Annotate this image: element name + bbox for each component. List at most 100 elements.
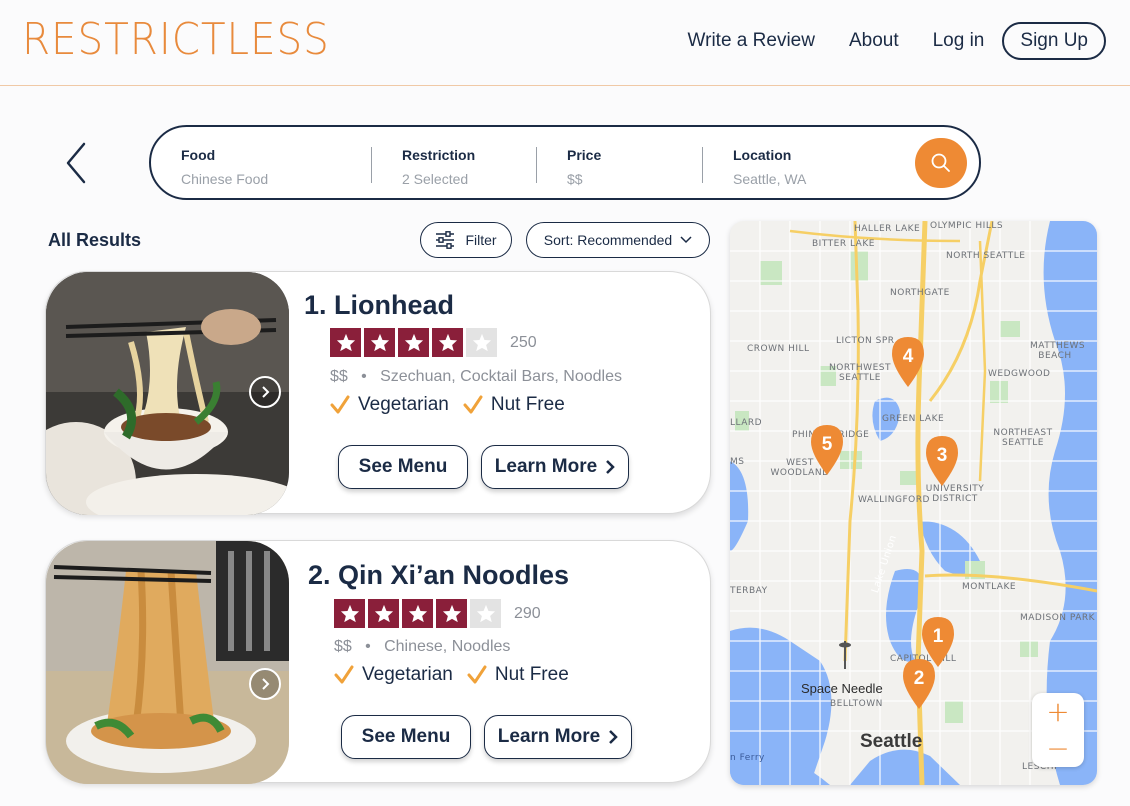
review-count: 250 xyxy=(510,333,537,351)
search-field-value: 2 Selected xyxy=(402,171,469,187)
map-zoom-control: + − xyxy=(1032,693,1084,767)
price-level: $$ xyxy=(334,638,352,655)
check-icon xyxy=(463,395,483,414)
see-menu-label: See Menu xyxy=(361,726,451,747)
search-field-food[interactable]: Food Chinese Food xyxy=(181,147,268,187)
bullet: • xyxy=(356,638,380,655)
restaurant-photo[interactable] xyxy=(46,541,289,784)
nav-write-review[interactable]: Write a Review xyxy=(688,30,815,52)
chevron-right-icon xyxy=(262,678,270,690)
learn-more-label: Learn More xyxy=(497,726,601,747)
map-pin-1[interactable]: 1 xyxy=(922,617,954,667)
signup-button[interactable]: Sign Up xyxy=(1002,22,1106,60)
categories: Chinese, Noodles xyxy=(384,638,511,655)
search-button[interactable] xyxy=(915,138,967,188)
restaurant-card[interactable]: 2. Qin Xi’an Noodles 290 $$ • Chinese, N… xyxy=(45,540,711,784)
divider xyxy=(371,147,372,183)
sort-dropdown[interactable]: Sort: Recommended xyxy=(526,222,710,258)
chevron-right-icon xyxy=(609,730,618,744)
tag-vegetarian: Vegetarian xyxy=(334,664,453,686)
restaurant-name[interactable]: 2. Qin Xi’an Noodles xyxy=(308,560,569,591)
back-button[interactable] xyxy=(64,142,88,184)
star-rating: 250 xyxy=(330,328,537,357)
dietary-tags: Vegetarian Nut Free xyxy=(334,664,583,686)
filter-label: Filter xyxy=(465,232,497,248)
search-bar: Food Chinese Food Restriction 2 Selected… xyxy=(149,125,981,200)
check-icon xyxy=(330,395,350,414)
restaurant-meta: $$ • Szechuan, Cocktail Bars, Noodles xyxy=(330,368,622,386)
search-icon xyxy=(931,153,950,172)
restaurant-meta: $$ • Chinese, Noodles xyxy=(334,638,510,656)
search-field-restriction[interactable]: Restriction 2 Selected xyxy=(402,147,475,187)
tag-nut-free: Nut Free xyxy=(467,664,569,686)
star-empty-icon xyxy=(466,328,497,357)
chevron-left-icon xyxy=(66,142,86,184)
pin-number: 3 xyxy=(937,445,948,466)
zoom-out-button[interactable]: − xyxy=(1032,730,1084,767)
learn-more-button[interactable]: Learn More xyxy=(481,445,629,489)
tag-nut-free: Nut Free xyxy=(463,394,565,416)
search-field-label: Location xyxy=(733,147,792,163)
price-level: $$ xyxy=(330,368,348,385)
nav-about[interactable]: About xyxy=(849,30,899,52)
check-icon xyxy=(467,665,487,684)
check-icon xyxy=(334,665,354,684)
divider xyxy=(536,147,537,183)
map-pin-4[interactable]: 4 xyxy=(892,337,924,387)
search-field-price[interactable]: Price $$ xyxy=(567,147,601,187)
tag-label: Vegetarian xyxy=(362,664,453,685)
see-menu-button[interactable]: See Menu xyxy=(341,715,471,759)
learn-more-label: Learn More xyxy=(494,456,598,477)
tag-label: Nut Free xyxy=(494,664,569,685)
star-icon xyxy=(334,599,365,628)
sliders-icon xyxy=(436,231,455,249)
next-photo-button[interactable] xyxy=(249,668,281,700)
restaurant-name[interactable]: 1. Lionhead xyxy=(304,290,454,321)
results-map[interactable]: HALLER LAKE OLYMPIC HILLS BITTER LAKE NO… xyxy=(730,221,1097,785)
see-menu-label: See Menu xyxy=(358,456,448,477)
star-icon xyxy=(436,599,467,628)
star-empty-icon xyxy=(470,599,501,628)
pin-number: 4 xyxy=(903,346,914,367)
star-icon xyxy=(432,328,463,357)
logo[interactable]: RESTRICTLESS xyxy=(22,14,330,65)
chevron-right-icon xyxy=(262,386,270,398)
categories: Szechuan, Cocktail Bars, Noodles xyxy=(380,368,622,385)
map-pin-5[interactable]: 5 xyxy=(811,425,843,475)
search-field-value: Seattle, WA xyxy=(733,171,807,187)
sort-label: Sort: Recommended xyxy=(543,232,673,248)
search-field-label: Price xyxy=(567,147,602,163)
see-menu-button[interactable]: See Menu xyxy=(338,445,468,489)
noodle-plate-image xyxy=(46,541,289,784)
star-icon xyxy=(364,328,395,357)
review-count: 290 xyxy=(514,604,541,622)
header: RESTRICTLESS Write a Review About Log in… xyxy=(0,0,1130,86)
search-field-label: Food xyxy=(181,147,216,163)
tag-label: Nut Free xyxy=(490,394,565,415)
zoom-in-button[interactable]: + xyxy=(1032,693,1084,730)
learn-more-button[interactable]: Learn More xyxy=(484,715,632,759)
pin-number: 2 xyxy=(914,668,925,689)
nav-login[interactable]: Log in xyxy=(933,30,985,52)
map-pin-3[interactable]: 3 xyxy=(926,436,958,486)
pin-number: 1 xyxy=(933,626,944,647)
search-field-value: $$ xyxy=(567,171,583,187)
divider xyxy=(702,147,703,183)
filter-button[interactable]: Filter xyxy=(420,222,512,258)
star-icon xyxy=(330,328,361,357)
search-field-value: Chinese Food xyxy=(181,171,269,187)
map-pin-2[interactable]: 2 xyxy=(903,659,935,709)
star-icon xyxy=(402,599,433,628)
next-photo-button[interactable] xyxy=(249,376,281,408)
bullet: • xyxy=(352,368,376,385)
restaurant-card[interactable]: 1. Lionhead 250 $$ • Szechuan, Cocktail … xyxy=(45,271,711,515)
star-icon xyxy=(398,328,429,357)
results-title: All Results xyxy=(48,230,142,250)
main-nav: Write a Review About Log in Sign Up xyxy=(688,22,1106,60)
search-field-label: Restriction xyxy=(402,147,476,163)
tag-vegetarian: Vegetarian xyxy=(330,394,449,416)
star-rating: 290 xyxy=(334,599,541,628)
star-icon xyxy=(368,599,399,628)
search-field-location[interactable]: Location Seattle, WA xyxy=(733,147,806,187)
chevron-right-icon xyxy=(606,460,615,474)
